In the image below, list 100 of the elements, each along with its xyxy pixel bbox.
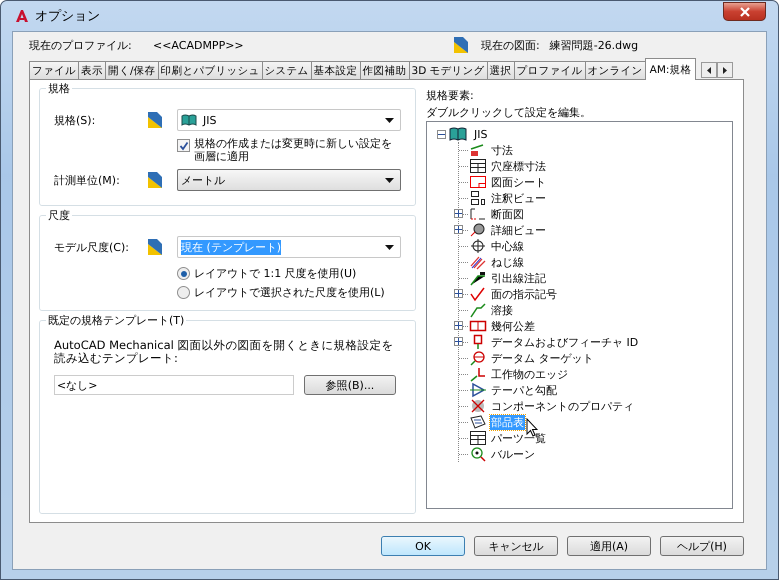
views-icon	[469, 190, 487, 206]
tab[interactable]: 表示	[78, 61, 106, 80]
drawing-icon	[147, 171, 163, 189]
tree-item[interactable]: 引出線注記	[490, 270, 547, 286]
profile-label: 現在のプロファイル:	[29, 38, 133, 52]
hint-text: ダブルクリックして設定を編集。	[426, 105, 592, 121]
tree-item[interactable]: テーパと勾配	[490, 382, 558, 398]
cross-icon	[469, 398, 487, 414]
drawing-label: 現在の図面:	[481, 38, 540, 52]
crosshair-icon	[469, 238, 487, 254]
tab[interactable]: オンライン	[584, 61, 646, 80]
collapse-toggle-icon[interactable]	[437, 130, 446, 138]
drawing-icon	[147, 111, 163, 129]
dialog-button[interactable]: OK	[381, 536, 465, 556]
tree-item[interactable]: 溶接	[490, 302, 514, 318]
tab[interactable]: 印刷とパブリッシュ	[158, 61, 263, 80]
drawing-name: 練習問題-26.dwg	[550, 38, 638, 52]
radio-label: レイアウトで選択された尺度を使用(L)	[194, 285, 385, 300]
profile-name: <<ACADMPP>>	[153, 38, 245, 52]
tab[interactable]: プロファイル	[514, 61, 586, 80]
radio-button[interactable]	[177, 286, 190, 299]
weld-icon	[469, 302, 487, 318]
dialog-button[interactable]: キャンセル	[474, 536, 558, 556]
expand-toggle-icon[interactable]	[454, 321, 463, 330]
tree-item[interactable]: コンポーネントのプロパティ	[490, 398, 635, 414]
tree-item[interactable]: 穴座標寸法	[490, 158, 547, 174]
tree-item[interactable]: 注釈ビュー	[490, 190, 547, 206]
template-field[interactable]: <なし>	[54, 375, 294, 395]
hatch-icon	[469, 254, 487, 270]
tree-item[interactable]: ねじ線	[490, 254, 525, 270]
tab[interactable]: AM:規格	[644, 58, 696, 80]
book-icon	[449, 127, 467, 141]
tree-item[interactable]: 工作物のエッジ	[490, 366, 569, 382]
tree-item[interactable]: データム ターゲット	[490, 350, 594, 366]
surface-mark-icon	[469, 286, 487, 302]
browse-button[interactable]: 参照(B)...	[304, 375, 396, 395]
tree-item[interactable]: パーツ一覧	[490, 430, 547, 446]
group-title: 既定の規格テンプレート(T)	[46, 313, 186, 328]
tab[interactable]: システム	[262, 61, 312, 80]
tree-item[interactable]: 図面シート	[490, 174, 547, 190]
tree-item[interactable]: 断面図	[490, 206, 525, 222]
leader-icon	[469, 270, 487, 286]
expand-toggle-icon[interactable]	[454, 225, 463, 234]
standard-dropdown[interactable]: JIS	[177, 109, 401, 131]
triangle-icon	[469, 382, 487, 398]
balloon-icon	[469, 446, 487, 462]
tree-item[interactable]: 詳細ビュー	[490, 222, 547, 238]
field-label: 規格(S):	[54, 112, 96, 128]
arrow-right-icon	[722, 66, 728, 74]
window-title: オプション	[35, 8, 100, 25]
edge-icon	[469, 366, 487, 382]
tolerance-frame-icon	[469, 318, 487, 334]
checkbox[interactable]	[177, 139, 190, 152]
tree-item[interactable]: JIS	[474, 128, 488, 140]
tab-scroll-right-button[interactable]	[717, 62, 734, 78]
tab[interactable]: ファイル	[29, 61, 79, 80]
caret-icon	[385, 244, 394, 250]
grid-icon	[469, 158, 487, 174]
caret-icon	[385, 178, 394, 182]
checkbox-label: 規格の作成または変更時に新しい設定を画層に適用	[194, 137, 393, 163]
arrow-left-icon	[706, 66, 712, 74]
book-icon	[181, 114, 197, 126]
drawing-icon	[147, 238, 163, 256]
dialog-button[interactable]: ヘルプ(H)	[660, 536, 744, 556]
detail-icon	[469, 222, 487, 238]
field-label: モデル尺度(C):	[54, 240, 130, 254]
radio-label: レイアウトで 1:1 尺度を使用(U)	[194, 266, 356, 281]
group-title: 規格	[46, 81, 72, 96]
section-icon	[469, 206, 487, 222]
close-button[interactable]	[723, 2, 766, 21]
app-logo-icon	[15, 9, 29, 23]
tree-item[interactable]: 幾何公差	[490, 318, 536, 334]
tree-item[interactable]: 寸法	[490, 142, 514, 158]
tree-item[interactable]: データムおよびフィーチャ ID	[490, 334, 640, 350]
tab[interactable]: 選択	[486, 61, 515, 80]
units-dropdown[interactable]: メートル	[177, 169, 401, 191]
sheet-icon	[469, 174, 487, 190]
close-icon	[738, 6, 750, 16]
group-title: 尺度	[46, 208, 72, 223]
expand-toggle-icon[interactable]	[454, 337, 463, 346]
dialog-button[interactable]: 適用(A)	[567, 536, 651, 556]
expand-toggle-icon[interactable]	[454, 289, 463, 298]
expand-toggle-icon[interactable]	[454, 209, 463, 218]
tab[interactable]: 開く/保存	[105, 61, 159, 80]
radio-button[interactable]	[177, 267, 190, 280]
field-label: 計測単位(M):	[54, 172, 121, 188]
list-icon	[469, 414, 487, 430]
drawing-icon	[453, 36, 469, 54]
tree-item[interactable]: 中心線	[490, 238, 525, 254]
description-text: AutoCAD Mechanical 図面以外の図面を開くときに規格設定を読み込むテンプレート:	[54, 339, 394, 365]
tree-item[interactable]: 面の指示記号	[490, 286, 558, 302]
tree-item[interactable]: バルーン	[490, 446, 536, 462]
tab-scroll-left-button[interactable]	[701, 62, 718, 78]
target-icon	[469, 350, 487, 366]
section-label: 規格要素:	[426, 88, 475, 104]
tab[interactable]: 基本設定	[310, 61, 361, 80]
tab[interactable]: 作図補助	[360, 61, 410, 80]
grid-icon	[469, 430, 487, 446]
tab[interactable]: 3D モデリング	[408, 61, 488, 80]
caret-icon	[385, 118, 394, 122]
